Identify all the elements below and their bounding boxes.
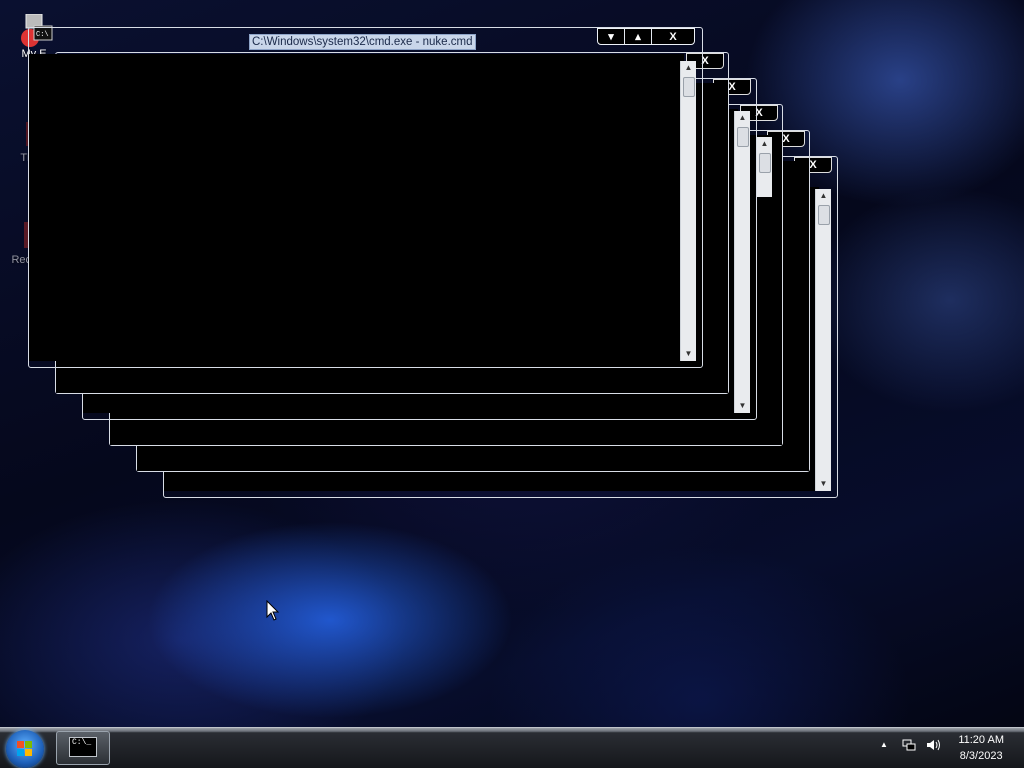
minimize-icon: ▾ xyxy=(608,31,614,43)
mouse-cursor-icon xyxy=(266,599,280,627)
cmd-window-front[interactable]: C:\Windows\system32\cmd.exe - nuke.cmd ▾… xyxy=(28,27,703,368)
vertical-scrollbar[interactable]: ▲ ▼ xyxy=(734,111,750,413)
vertical-scrollbar[interactable]: ▲ ▼ xyxy=(680,61,696,361)
clock-date: 8/3/2023 xyxy=(959,750,1003,762)
vertical-scrollbar[interactable]: ▲ xyxy=(756,137,772,197)
clock-time: 11:20 AM xyxy=(958,734,1004,746)
scroll-thumb[interactable] xyxy=(818,205,830,225)
maximize-icon: ▴ xyxy=(635,31,641,43)
scroll-thumb[interactable] xyxy=(759,153,771,173)
start-button[interactable] xyxy=(6,730,44,768)
windows-start-orb xyxy=(17,741,32,756)
console-area xyxy=(29,54,684,361)
close-icon: X xyxy=(809,159,817,171)
scroll-up-arrow[interactable]: ▲ xyxy=(757,137,772,151)
vertical-scrollbar[interactable]: ▲ ▼ xyxy=(815,189,831,491)
maximize-button[interactable]: ▴ xyxy=(624,29,651,44)
window-title: C:\Windows\system32\cmd.exe - nuke.cmd xyxy=(249,34,476,50)
taskbar-button-cmd[interactable]: C:\_ xyxy=(56,731,110,765)
scroll-down-arrow[interactable]: ▼ xyxy=(735,399,750,413)
volume-icon[interactable] xyxy=(926,738,942,755)
scroll-down-arrow[interactable]: ▼ xyxy=(816,477,831,491)
close-button[interactable]: X xyxy=(651,29,694,44)
scroll-up-arrow[interactable]: ▲ xyxy=(816,189,831,203)
cmd-icon: C:\_ xyxy=(69,737,97,757)
clock[interactable]: 11:20 AM 8/3/2023 xyxy=(958,732,1004,764)
close-icon: X xyxy=(669,30,677,43)
taskbar: C:\_ ▲ 11:20 AM 8/3/2023 xyxy=(0,727,1024,768)
show-hidden-icons-arrow[interactable]: ▲ xyxy=(880,740,888,749)
scroll-up-arrow[interactable]: ▲ xyxy=(681,61,696,75)
caption-buttons[interactable]: ▾ ▴ X xyxy=(597,28,695,45)
system-tray: ▲ 11:20 AM 8/3/2023 xyxy=(864,728,1024,768)
minimize-button[interactable]: ▾ xyxy=(598,29,624,44)
scroll-up-arrow[interactable]: ▲ xyxy=(735,111,750,125)
scroll-thumb[interactable] xyxy=(683,77,695,97)
close-icon: X xyxy=(728,81,736,93)
scroll-down-arrow[interactable]: ▼ xyxy=(681,347,696,361)
scroll-thumb[interactable] xyxy=(737,127,749,147)
network-icon[interactable] xyxy=(902,738,916,755)
close-icon: X xyxy=(782,133,790,145)
